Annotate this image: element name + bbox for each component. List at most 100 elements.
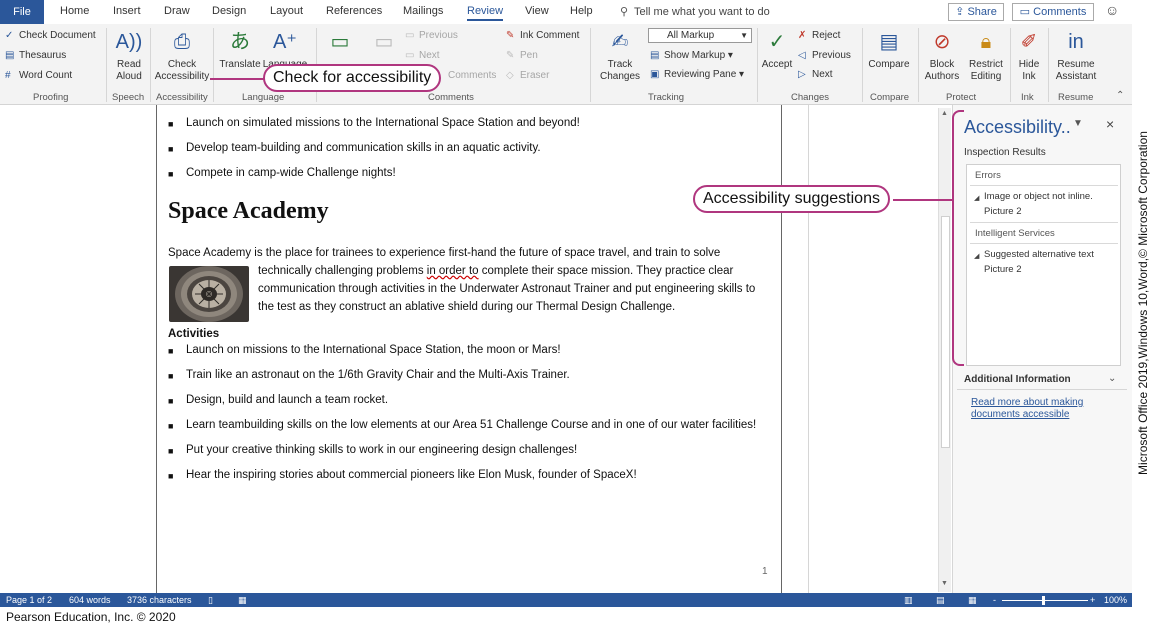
scroll-up-icon[interactable]: ▲ bbox=[941, 110, 948, 117]
word-count-button[interactable]: # Word Count bbox=[5, 70, 72, 81]
page-count-status[interactable]: Page 1 of 2 bbox=[6, 593, 52, 607]
check-document-button[interactable]: ✓ Check Document bbox=[5, 30, 96, 41]
comments-button[interactable]: ▭ Comments bbox=[1012, 3, 1094, 21]
divider bbox=[970, 243, 1118, 244]
tab-draw[interactable]: Draw bbox=[164, 5, 190, 17]
callout-check-accessibility: Check for accessibility bbox=[263, 64, 442, 92]
proofing-status-icon[interactable]: ▯ bbox=[208, 593, 213, 607]
bullet: ■ bbox=[168, 421, 174, 431]
tab-file[interactable]: File bbox=[0, 0, 44, 24]
macro-record-icon[interactable]: ▦ bbox=[238, 593, 247, 607]
callout-connector bbox=[210, 78, 264, 80]
show-comments-button[interactable]: Comments bbox=[448, 70, 496, 81]
zoom-in-button[interactable]: + bbox=[1090, 593, 1095, 607]
tab-references[interactable]: References bbox=[326, 5, 382, 17]
ink-comment-button[interactable]: ✎ Ink Comment bbox=[506, 30, 579, 41]
collapse-ribbon-icon[interactable]: ⌃ bbox=[1116, 90, 1124, 101]
list-item: Hear the inspiring stories about commerc… bbox=[186, 469, 637, 481]
paragraph-line: the test as they construct an ablative s… bbox=[258, 301, 676, 313]
new-comment-button[interactable]: ▭ bbox=[322, 28, 358, 59]
next-change-button[interactable]: ▷ Next bbox=[798, 69, 833, 80]
zoom-out-button[interactable]: - bbox=[993, 593, 996, 607]
pen-button[interactable]: ✎ Pen bbox=[506, 50, 538, 61]
vertical-credit: Microsoft Office 2019,Windows 10,Word,© … bbox=[1134, 0, 1152, 607]
display-for-review-select[interactable]: All Markup ▼ bbox=[648, 28, 752, 43]
check-accessibility-button[interactable]: ⎙ Check Accessibility bbox=[152, 28, 212, 83]
jet-engine-image[interactable] bbox=[169, 266, 249, 322]
tab-view[interactable]: View bbox=[525, 5, 549, 17]
bullet: ■ bbox=[168, 446, 174, 456]
hide-ink-label-1: Hide bbox=[1018, 59, 1040, 70]
word-count-status[interactable]: 604 words bbox=[69, 593, 111, 607]
track-changes-button[interactable]: ✍ Track Changes bbox=[594, 28, 646, 83]
chevron-down-icon[interactable]: ⌄ bbox=[1108, 373, 1116, 384]
character-count-status[interactable]: 3736 characters bbox=[127, 593, 192, 607]
pane-options-chevron-icon[interactable]: ▼ bbox=[1073, 118, 1083, 129]
read-aloud-button[interactable]: A)) Read Aloud bbox=[111, 28, 147, 83]
zoom-level[interactable]: 100% bbox=[1104, 593, 1127, 607]
print-layout-icon[interactable]: ▤ bbox=[936, 593, 945, 607]
divider bbox=[957, 389, 1127, 390]
translate-button[interactable]: あ Translate bbox=[218, 28, 262, 71]
suggestion-item[interactable]: Suggested alternative text bbox=[984, 249, 1094, 260]
check-accessibility-label-1: Check bbox=[167, 59, 197, 70]
error-item-target[interactable]: Picture 2 bbox=[984, 206, 1022, 217]
show-markup-button[interactable]: ▤ Show Markup ▾ bbox=[650, 50, 733, 61]
scrollbar-thumb[interactable] bbox=[941, 216, 950, 448]
compare-button[interactable]: ▤ Compare bbox=[866, 28, 912, 71]
ink-comment-icon: ✎ bbox=[506, 30, 515, 41]
expand-triangle-icon[interactable]: ◢ bbox=[974, 252, 979, 260]
status-bar: Page 1 of 2 604 words 3736 characters ▯ … bbox=[0, 593, 1132, 607]
tab-review[interactable]: Review bbox=[467, 5, 504, 21]
show-markup-icon: ▤ bbox=[650, 50, 660, 61]
chevron-down-icon: ▼ bbox=[740, 31, 748, 40]
feedback-smiley-icon[interactable]: ☺ bbox=[1105, 2, 1119, 18]
comments-label: Comments bbox=[1033, 6, 1087, 18]
language-icon: A⁺ bbox=[273, 31, 297, 53]
previous-change-button[interactable]: ◁ Previous bbox=[798, 50, 851, 61]
accessibility-help-link[interactable]: Read more about making documents accessi… bbox=[971, 397, 1101, 421]
tab-home[interactable]: Home bbox=[60, 5, 89, 17]
ribbon-separator bbox=[150, 28, 151, 102]
pane-title: Accessibility.. bbox=[964, 117, 1071, 137]
accept-button[interactable]: ✓ Accept bbox=[760, 28, 794, 71]
tab-design[interactable]: Design bbox=[212, 5, 246, 17]
group-label-protect: Protect bbox=[946, 92, 977, 103]
track-changes-label-1: Track bbox=[607, 59, 633, 70]
hide-ink-button[interactable]: ✐ Hide Ink bbox=[1012, 28, 1046, 83]
tell-me-text: Tell me what you want to do bbox=[634, 6, 770, 18]
error-item[interactable]: Image or object not inline. bbox=[984, 191, 1093, 202]
zoom-slider[interactable] bbox=[1002, 600, 1088, 601]
group-label-language: Language bbox=[242, 92, 285, 103]
next-comment-button[interactable]: ▭ Next bbox=[405, 50, 440, 61]
additional-information-header[interactable]: Additional Information bbox=[964, 374, 1071, 385]
scroll-down-icon[interactable]: ▼ bbox=[941, 580, 948, 587]
resume-assistant-button[interactable]: in Resume Assistant bbox=[1050, 28, 1102, 83]
grammar-flagged-text[interactable]: in order to bbox=[427, 265, 479, 277]
restrict-editing-button[interactable]: 🔒︎ Restrict Editing bbox=[964, 28, 1008, 83]
tab-help[interactable]: Help bbox=[570, 5, 593, 17]
thesaurus-button[interactable]: ▤ Thesaurus bbox=[5, 50, 66, 61]
tell-me-search[interactable]: ⚲ Tell me what you want to do bbox=[620, 5, 770, 18]
previous-comment-button[interactable]: ▭ Previous bbox=[405, 30, 458, 41]
suggestion-item-target[interactable]: Picture 2 bbox=[984, 264, 1022, 275]
expand-triangle-icon[interactable]: ◢ bbox=[974, 194, 979, 202]
divider bbox=[970, 222, 1118, 223]
reviewing-pane-button[interactable]: ▣ Reviewing Pane ▾ bbox=[650, 69, 744, 80]
read-mode-icon[interactable]: ▥ bbox=[904, 593, 913, 607]
tab-layout[interactable]: Layout bbox=[270, 5, 303, 17]
page-right-margin bbox=[808, 105, 809, 593]
accessibility-check-icon: ⎙ bbox=[174, 31, 190, 53]
tab-insert[interactable]: Insert bbox=[113, 5, 141, 17]
list-item: Train like an astronaut on the 1/6th Gra… bbox=[186, 369, 570, 381]
web-layout-icon[interactable]: ▦ bbox=[968, 593, 977, 607]
block-authors-button[interactable]: ⊘ Block Authors bbox=[920, 28, 964, 83]
reject-button[interactable]: ✗ Reject bbox=[798, 30, 840, 41]
delete-comment-button[interactable]: ▭ bbox=[366, 28, 402, 59]
zoom-slider-thumb[interactable] bbox=[1042, 596, 1045, 605]
share-button[interactable]: ⇪ Share bbox=[948, 3, 1004, 21]
document-scrollbar[interactable]: ▲ ▼ bbox=[938, 108, 951, 592]
close-icon[interactable]: × bbox=[1106, 116, 1114, 132]
tab-mailings[interactable]: Mailings bbox=[403, 5, 443, 17]
eraser-button[interactable]: ◇ Eraser bbox=[506, 70, 549, 81]
